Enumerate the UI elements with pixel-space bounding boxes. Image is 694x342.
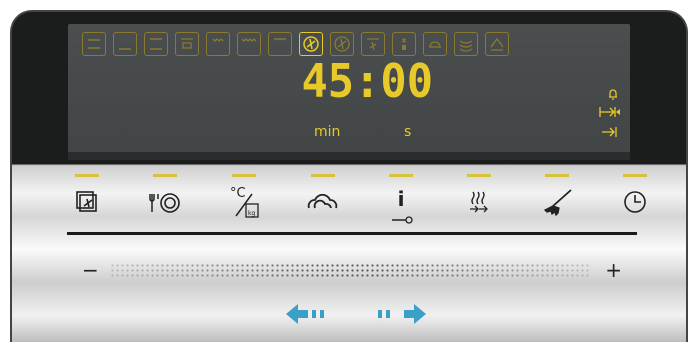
meat-program-button[interactable] <box>145 168 185 238</box>
indicator-bar <box>153 174 177 177</box>
unit-min-label: min <box>314 124 341 140</box>
bell-icon <box>606 86 620 105</box>
indicator-bar <box>75 174 99 177</box>
temperature-weight-icon: °C kg <box>224 186 264 220</box>
heating-mode-row <box>82 32 509 56</box>
rapid-heat-icon <box>459 188 499 220</box>
indicator-bar <box>467 174 491 177</box>
arrow-left-icon <box>286 304 324 324</box>
slow-cook-icon[interactable] <box>454 32 478 56</box>
indicator-bar <box>389 174 413 177</box>
unit-s-label: s <box>404 124 412 140</box>
steam-icon <box>303 188 343 220</box>
arrow-right-icon <box>378 304 426 324</box>
hot-air-icon[interactable] <box>299 32 323 56</box>
info-label: i <box>397 187 405 211</box>
clock-icon <box>615 188 655 220</box>
cleaning-button[interactable] <box>537 168 577 238</box>
lcd-display: 45:00 min s <box>68 24 630 160</box>
top-heat-icon[interactable] <box>144 32 168 56</box>
pizza-icon[interactable] <box>423 32 447 56</box>
oven-control-panel: 45:00 min s °C kg i − + <box>10 10 688 342</box>
control-button-row: °C kg i <box>57 168 647 238</box>
info-childlock-button[interactable]: i <box>381 168 421 238</box>
rapid-heat-button[interactable] <box>459 168 499 238</box>
grill-icon[interactable] <box>175 32 199 56</box>
nav-right-button[interactable] <box>376 302 430 324</box>
top-bottom-heat-icon[interactable] <box>82 32 106 56</box>
indicator-bar <box>545 174 569 177</box>
duration-icon <box>598 104 624 123</box>
display-bottom-strip <box>68 152 630 160</box>
large-grill-icon[interactable] <box>206 32 230 56</box>
warm-icon[interactable] <box>485 32 509 56</box>
indicator-bar <box>232 174 256 177</box>
touch-slider[interactable]: − + <box>82 258 622 284</box>
indicator-bar <box>311 174 335 177</box>
plate-icon <box>145 188 185 220</box>
celsius-label: °C <box>230 186 246 201</box>
bottom-only-icon[interactable] <box>268 32 292 56</box>
plus-sign[interactable]: + <box>605 258 622 282</box>
svg-text:kg: kg <box>248 210 255 217</box>
nav-left-button[interactable] <box>284 302 338 324</box>
indicator-bar <box>623 174 647 177</box>
fan-heat-icon[interactable] <box>330 32 354 56</box>
programs-icon <box>67 188 107 220</box>
steam-button[interactable] <box>303 168 343 238</box>
minus-sign[interactable]: − <box>82 258 99 282</box>
timer-button[interactable] <box>615 168 655 238</box>
temperature-weight-button[interactable]: °C kg <box>224 168 264 238</box>
defrost-icon[interactable] <box>392 32 416 56</box>
info-key-icon: i <box>381 187 421 224</box>
slider-dot-track[interactable] <box>110 263 590 279</box>
fan-grill-icon[interactable] <box>361 32 385 56</box>
bottom-heat-icon[interactable] <box>113 32 137 56</box>
programs-button[interactable] <box>67 168 107 238</box>
full-grill-icon[interactable] <box>237 32 261 56</box>
cleaning-brush-icon <box>537 188 577 220</box>
timer-readout: 45:00 <box>301 54 434 108</box>
end-time-icon <box>600 124 620 143</box>
divider-line <box>67 232 637 235</box>
